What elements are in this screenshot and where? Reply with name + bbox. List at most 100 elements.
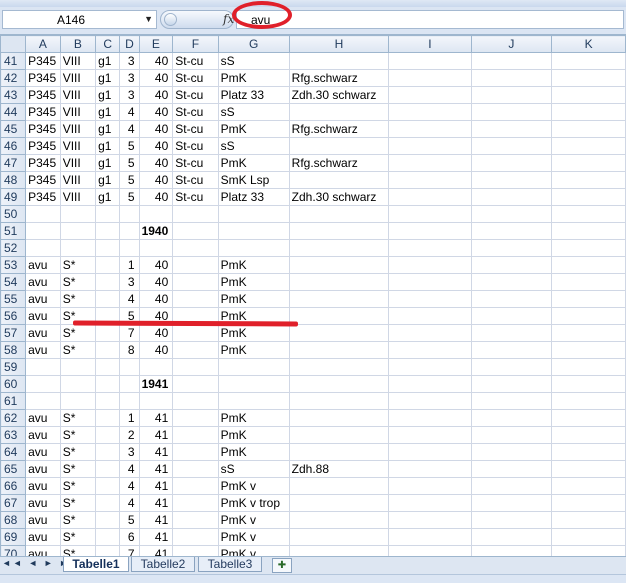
cell[interactable] [288, 392, 390, 410]
cell[interactable] [470, 460, 553, 478]
cell[interactable] [172, 511, 219, 529]
cell[interactable] [95, 392, 121, 410]
cell[interactable]: PmK v [217, 477, 290, 495]
cell[interactable]: Zdh.30 schwarz [288, 86, 390, 104]
cell[interactable] [388, 426, 472, 444]
cell[interactable] [59, 358, 97, 376]
cell[interactable] [25, 222, 61, 240]
cell[interactable] [388, 239, 472, 257]
cell[interactable]: g1 [95, 137, 121, 155]
cell[interactable]: PmK [217, 256, 290, 274]
cell[interactable] [95, 477, 121, 495]
cell[interactable]: S* [59, 511, 97, 529]
row-header[interactable]: 63 [0, 426, 27, 444]
cell[interactable]: 40 [138, 86, 174, 104]
cell[interactable]: 5 [119, 171, 140, 189]
cell[interactable] [288, 511, 390, 529]
row-header[interactable]: 69 [0, 528, 27, 546]
cell[interactable] [470, 171, 553, 189]
cell[interactable] [95, 494, 121, 512]
row-header[interactable]: 46 [0, 137, 27, 155]
cell[interactable]: 3 [119, 69, 140, 87]
cell[interactable]: 5 [119, 137, 140, 155]
row-header[interactable]: 51 [0, 222, 27, 240]
cell[interactable] [470, 409, 553, 427]
cell[interactable] [388, 120, 472, 138]
cell[interactable] [95, 205, 121, 223]
cell[interactable]: PmK v [217, 528, 290, 546]
row-header[interactable]: 52 [0, 239, 27, 257]
row-header[interactable]: 67 [0, 494, 27, 512]
cell[interactable]: P345 [25, 154, 61, 172]
cell[interactable]: VIII [59, 120, 97, 138]
cell[interactable]: S* [59, 273, 97, 291]
cell[interactable]: S* [59, 324, 97, 342]
cell[interactable] [172, 222, 219, 240]
cell[interactable]: avu [25, 528, 61, 546]
cell[interactable]: 41 [138, 460, 174, 478]
cell[interactable] [172, 273, 219, 291]
cell[interactable]: St-cu [172, 154, 219, 172]
cell[interactable]: P345 [25, 103, 61, 121]
cell[interactable] [470, 137, 553, 155]
cell[interactable] [388, 324, 472, 342]
cell[interactable]: St-cu [172, 86, 219, 104]
cell[interactable] [95, 511, 121, 529]
row-header[interactable]: 47 [0, 154, 27, 172]
cell[interactable] [288, 375, 390, 393]
cell[interactable]: g1 [95, 188, 121, 206]
cell[interactable] [388, 409, 472, 427]
cell[interactable]: 3 [119, 443, 140, 461]
cell[interactable] [388, 205, 472, 223]
row-header[interactable]: 44 [0, 103, 27, 121]
cell[interactable]: avu [25, 290, 61, 308]
cell[interactable] [172, 426, 219, 444]
cell[interactable] [25, 205, 61, 223]
cell[interactable] [95, 290, 121, 308]
column-header[interactable]: K [551, 35, 626, 53]
tab-tabelle2[interactable]: Tabelle2 [131, 557, 195, 572]
cell[interactable]: S* [59, 409, 97, 427]
cell[interactable]: 40 [138, 324, 174, 342]
cell[interactable]: St-cu [172, 103, 219, 121]
cell[interactable] [172, 341, 219, 359]
cell[interactable] [551, 290, 626, 308]
cell[interactable]: avu [25, 409, 61, 427]
cell[interactable] [551, 528, 626, 546]
cell[interactable]: 40 [138, 154, 174, 172]
cell[interactable] [388, 511, 472, 529]
cell[interactable]: 40 [138, 120, 174, 138]
cell[interactable]: 4 [119, 477, 140, 495]
cell[interactable]: 6 [119, 528, 140, 546]
cell[interactable]: PmK [217, 154, 290, 172]
cell[interactable]: avu [25, 477, 61, 495]
cell[interactable]: avu [25, 324, 61, 342]
cell[interactable]: PmK [217, 409, 290, 427]
cell[interactable]: 1 [119, 256, 140, 274]
cell[interactable] [551, 188, 626, 206]
column-header[interactable]: C [95, 35, 121, 53]
cell[interactable]: 40 [138, 273, 174, 291]
cell[interactable]: 3 [119, 273, 140, 291]
cell[interactable] [551, 273, 626, 291]
cell[interactable]: VIII [59, 52, 97, 70]
cell[interactable] [95, 341, 121, 359]
cell[interactable] [388, 341, 472, 359]
cell[interactable]: P345 [25, 137, 61, 155]
cell[interactable]: 1940 [138, 222, 174, 240]
cell[interactable]: 40 [138, 103, 174, 121]
cell[interactable] [388, 494, 472, 512]
cell[interactable] [95, 528, 121, 546]
row-header[interactable]: 57 [0, 324, 27, 342]
cell[interactable] [95, 222, 121, 240]
column-header[interactable]: H [288, 35, 390, 53]
cell[interactable]: Rfg.schwarz [288, 154, 390, 172]
cell[interactable] [288, 443, 390, 461]
cell[interactable]: PmK [217, 290, 290, 308]
cell[interactable] [470, 222, 553, 240]
cell[interactable] [288, 137, 390, 155]
cell[interactable] [551, 52, 626, 70]
cell[interactable]: 5 [119, 188, 140, 206]
cell[interactable]: VIII [59, 69, 97, 87]
cell[interactable] [288, 528, 390, 546]
